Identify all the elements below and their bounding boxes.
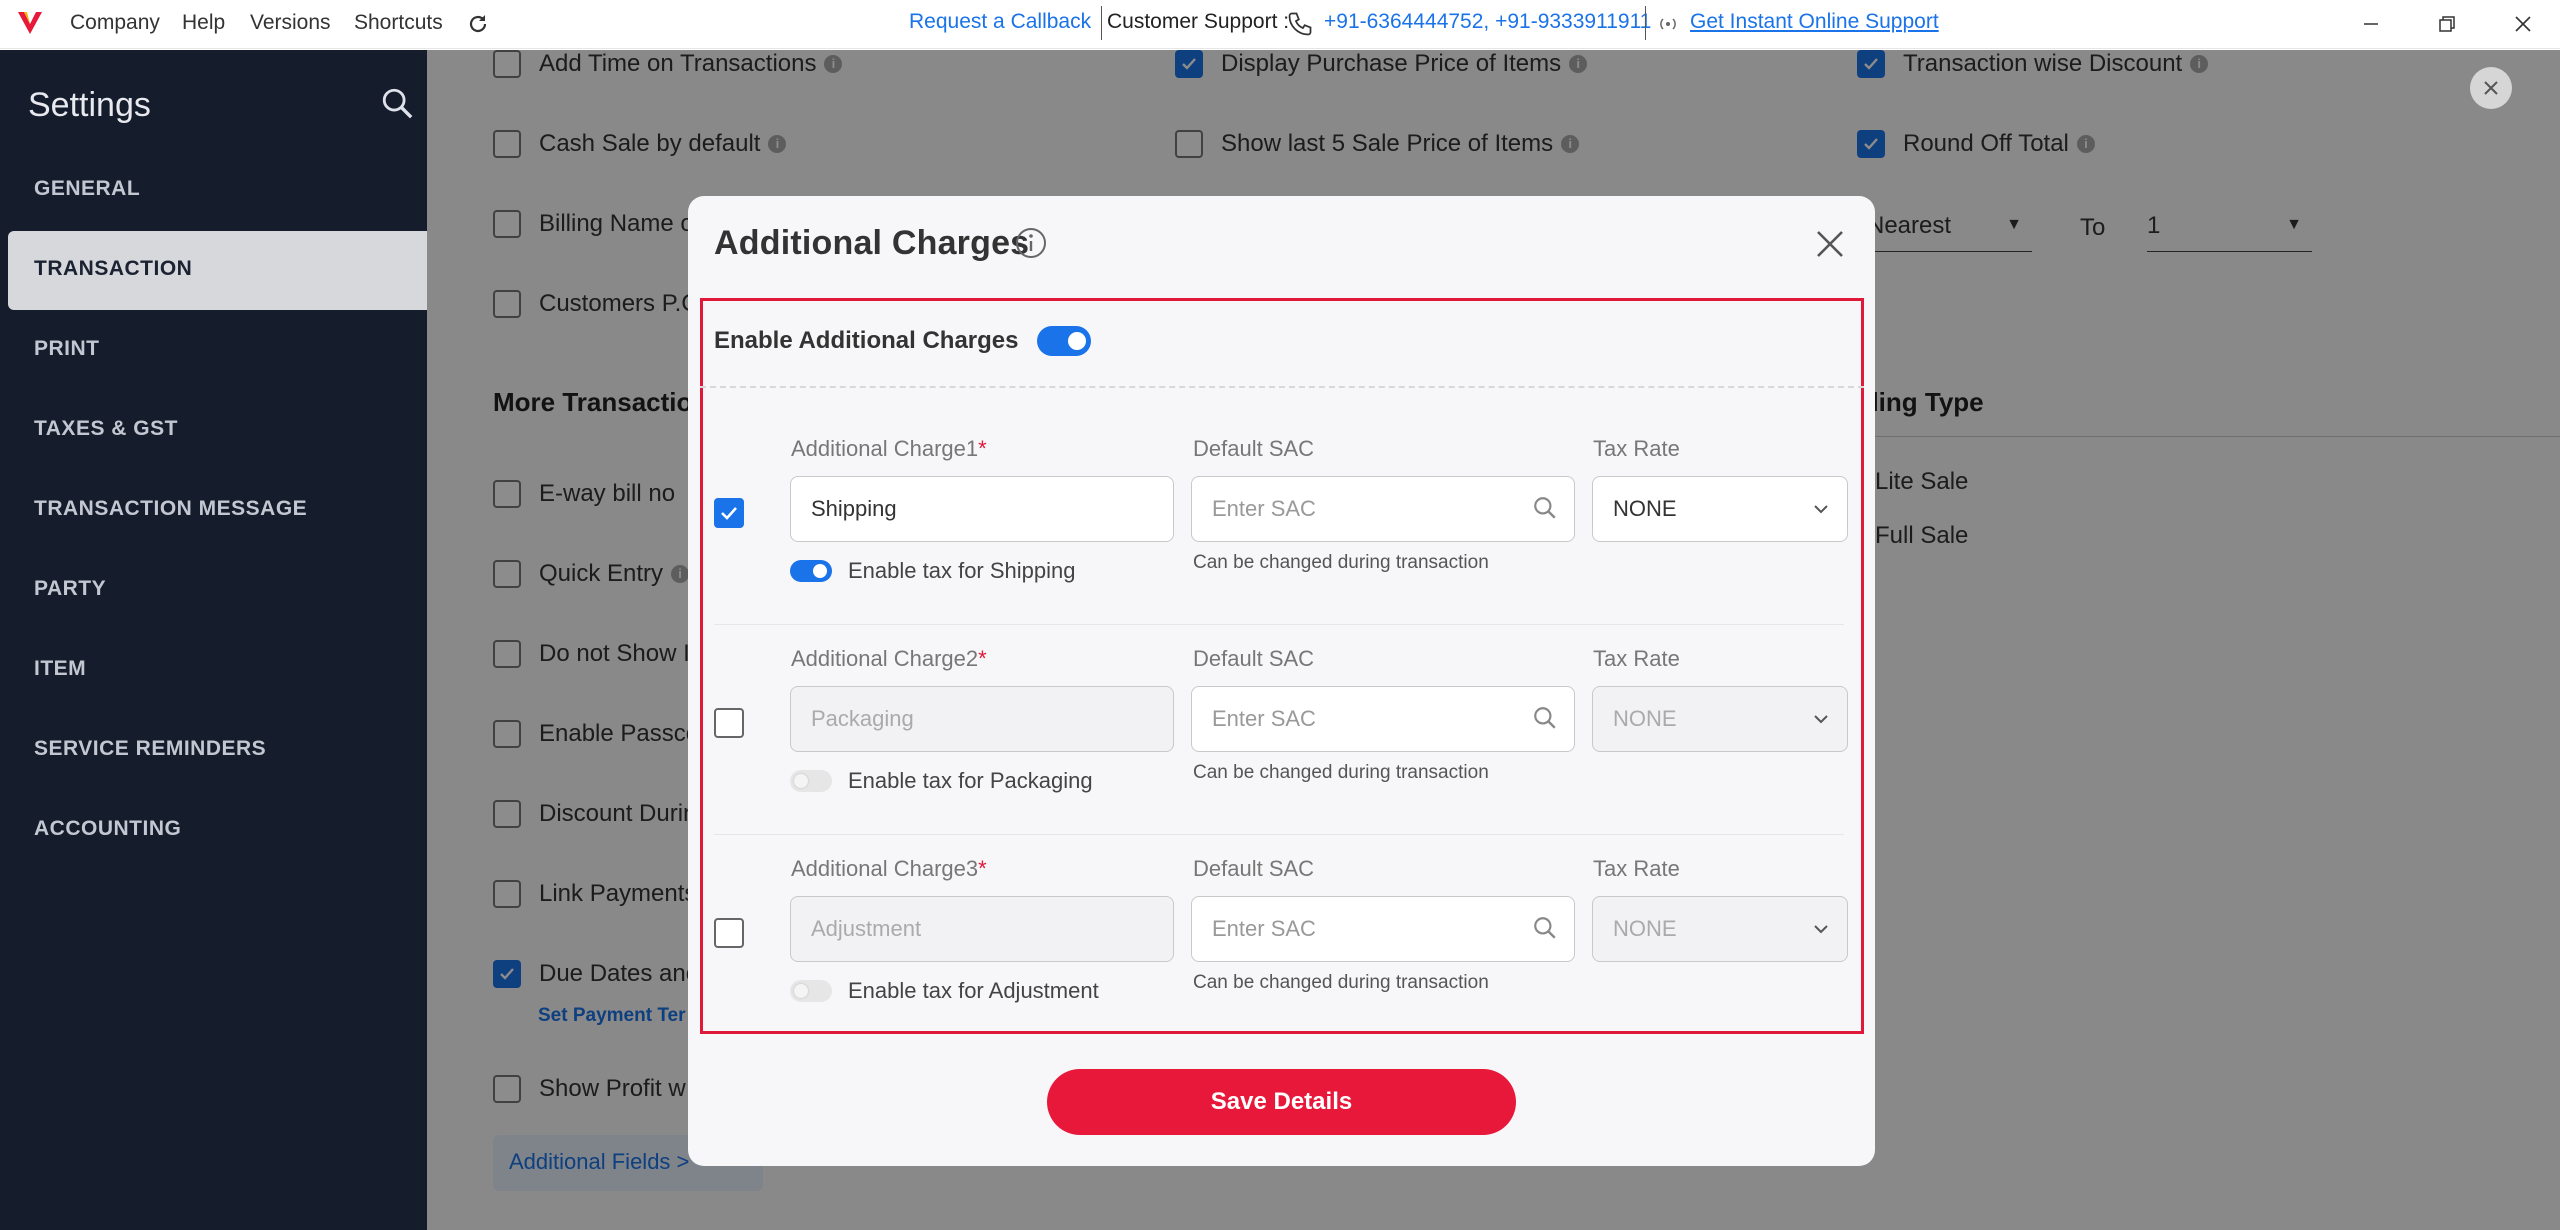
- row-divider: [714, 624, 1844, 625]
- charge-2-tax-toggle-label: Enable tax for Packaging: [848, 768, 1093, 793]
- charge-row-3: Additional Charge3* Adjustment Enable ta…: [688, 852, 1875, 1062]
- app-logo-icon: [18, 12, 42, 34]
- charge-1-tax-toggle-row: Enable tax for Shipping: [790, 558, 1076, 584]
- settings-sidebar: Settings GENERAL TRANSACTION PRINT TAXES…: [0, 50, 427, 1230]
- charge-row-1: Additional Charge1* Shipping Enable tax …: [688, 432, 1875, 642]
- charge-2-tax-toggle[interactable]: [790, 770, 832, 792]
- title-bar: Company Help Versions Shortcuts Request …: [0, 0, 2560, 49]
- charge-2-sac-hint: Can be changed during transaction: [1193, 762, 1489, 783]
- sac-search-icon[interactable]: [1532, 705, 1558, 731]
- sidebar-item-accounting[interactable]: ACCOUNTING: [34, 817, 181, 841]
- charge-2-checkbox[interactable]: [714, 708, 744, 738]
- close-window-icon[interactable]: [2508, 10, 2538, 38]
- charge-3-checkbox[interactable]: [714, 918, 744, 948]
- charge-3-name-input[interactable]: Adjustment: [790, 896, 1174, 962]
- charge-3-tax-toggle-row: Enable tax for Adjustment: [790, 978, 1099, 1004]
- charge-3-sac-label: Default SAC: [1193, 856, 1315, 881]
- request-callback-link[interactable]: Request a Callback: [909, 10, 1091, 34]
- enable-additional-charges-row: Enable Additional Charges: [714, 326, 1091, 356]
- row-divider: [714, 834, 1844, 835]
- support-label: Customer Support :: [1107, 10, 1290, 33]
- enable-additional-charges-label: Enable Additional Charges: [714, 327, 1019, 354]
- charge-2-sac-label: Default SAC: [1193, 646, 1315, 671]
- enable-additional-charges-toggle[interactable]: [1036, 326, 1091, 356]
- charge-1-tax-toggle-label: Enable tax for Shipping: [848, 558, 1076, 583]
- charge-1-label: Additional Charge1*: [791, 436, 987, 461]
- sidebar-item-transaction-message[interactable]: TRANSACTION MESSAGE: [34, 497, 307, 521]
- menu-shortcuts[interactable]: Shortcuts: [354, 11, 443, 35]
- restore-icon[interactable]: [2432, 10, 2462, 38]
- additional-charges-modal: Additional Charges Enable Additional Cha…: [688, 196, 1875, 1166]
- modal-title: Additional Charges: [714, 224, 1030, 262]
- charge-1-sac-label: Default SAC: [1193, 436, 1315, 461]
- charge-2-tax-label: Tax Rate: [1593, 646, 1680, 671]
- phone-icon: [1288, 12, 1312, 36]
- charge-3-tax-select[interactable]: NONE: [1592, 896, 1848, 962]
- charge-1-sac-hint: Can be changed during transaction: [1193, 552, 1489, 573]
- charge-3-tax-toggle-label: Enable tax for Adjustment: [848, 978, 1099, 1003]
- sidebar-item-service-reminders[interactable]: SERVICE REMINDERS: [34, 737, 266, 761]
- settings-close-icon[interactable]: [2470, 67, 2512, 109]
- charge-2-tax-toggle-row: Enable tax for Packaging: [790, 768, 1093, 794]
- charge-3-sac-hint: Can be changed during transaction: [1193, 972, 1489, 993]
- sidebar-item-party[interactable]: PARTY: [34, 577, 106, 601]
- broadcast-icon: [1660, 18, 1676, 30]
- charge-1-tax-select[interactable]: NONE: [1592, 476, 1848, 542]
- charge-1-tax-label: Tax Rate: [1593, 436, 1680, 461]
- support-phones[interactable]: +91-6364444752, +91-9333911911: [1324, 10, 1651, 34]
- instant-support-link[interactable]: Get Instant Online Support: [1690, 10, 1939, 34]
- charge-2-label: Additional Charge2*: [791, 646, 987, 671]
- charge-2-tax-select[interactable]: NONE: [1592, 686, 1848, 752]
- menu-company[interactable]: Company: [70, 11, 160, 35]
- sidebar-item-taxes[interactable]: TAXES & GST: [34, 417, 178, 441]
- dashed-divider: [700, 386, 1864, 388]
- charge-2-sac-input[interactable]: Enter SAC: [1191, 686, 1575, 752]
- save-details-button[interactable]: Save Details: [1047, 1069, 1516, 1135]
- chevron-down-icon: [1814, 715, 1828, 724]
- charge-1-name-input[interactable]: Shipping: [790, 476, 1174, 542]
- close-icon[interactable]: [1812, 226, 1848, 262]
- charge-3-label: Additional Charge3*: [791, 856, 987, 881]
- minimize-icon[interactable]: [2356, 10, 2386, 38]
- menu-help[interactable]: Help: [182, 11, 225, 35]
- menu-versions[interactable]: Versions: [250, 11, 331, 35]
- chevron-down-icon: [1814, 505, 1828, 514]
- sidebar-item-print[interactable]: PRINT: [34, 337, 100, 361]
- charge-1-sac-input[interactable]: Enter SAC: [1191, 476, 1575, 542]
- charge-1-checkbox[interactable]: [714, 498, 744, 528]
- refresh-icon[interactable]: [466, 12, 490, 36]
- info-icon[interactable]: [1014, 226, 1048, 260]
- charge-3-sac-input[interactable]: Enter SAC: [1191, 896, 1575, 962]
- sidebar-title: Settings: [28, 86, 151, 124]
- sidebar-item-transaction[interactable]: TRANSACTION: [34, 257, 192, 281]
- sac-search-icon[interactable]: [1532, 495, 1558, 521]
- charge-3-tax-label: Tax Rate: [1593, 856, 1680, 881]
- sidebar-item-general[interactable]: GENERAL: [34, 177, 140, 201]
- chevron-down-icon: [1814, 925, 1828, 934]
- sidebar-item-item[interactable]: ITEM: [34, 657, 86, 681]
- charge-row-2: Additional Charge2* Packaging Enable tax…: [688, 642, 1875, 852]
- charge-2-name-input[interactable]: Packaging: [790, 686, 1174, 752]
- search-icon[interactable]: [380, 86, 414, 120]
- sac-search-icon[interactable]: [1532, 915, 1558, 941]
- charge-1-tax-toggle[interactable]: [790, 560, 832, 582]
- charge-3-tax-toggle[interactable]: [790, 980, 832, 1002]
